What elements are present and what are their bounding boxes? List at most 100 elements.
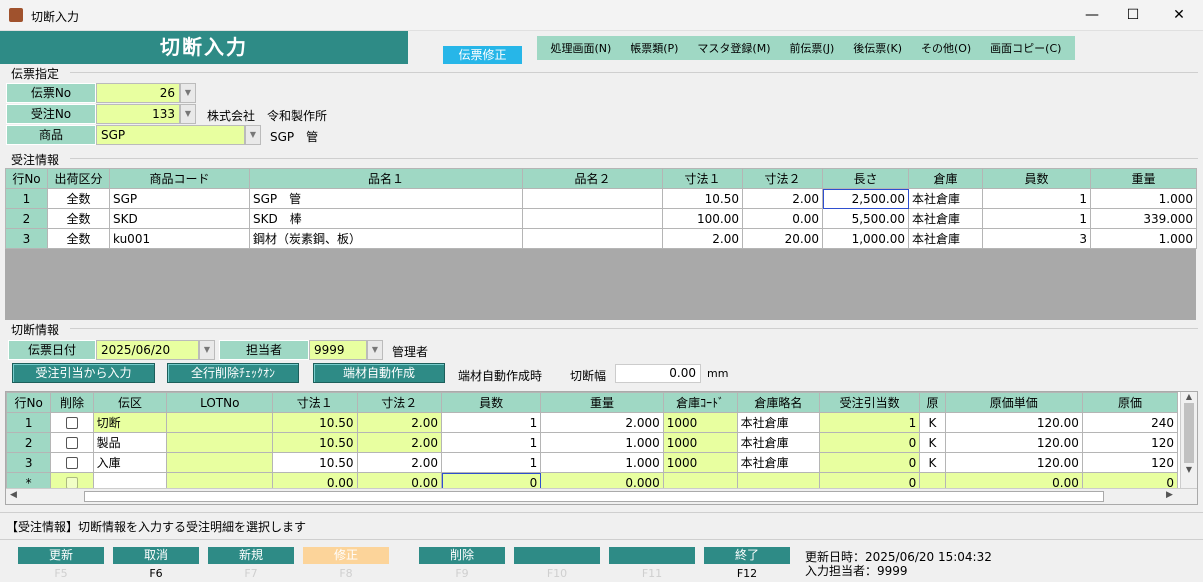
cell[interactable]: 120.00 xyxy=(944,452,1083,473)
f10-button[interactable] xyxy=(514,547,600,564)
cell[interactable]: 1 xyxy=(440,412,542,433)
menu-item-prev[interactable]: 前伝票(J) xyxy=(789,40,834,56)
table-row[interactable]: 2 製品 10.50 2.00 1 1.000 1000 本社倉庫 0 K 12… xyxy=(6,432,1179,453)
cell-selected[interactable]: 2,500.00 xyxy=(822,188,909,209)
cell[interactable]: 2.00 xyxy=(356,452,443,473)
exit-button[interactable]: 終了 xyxy=(704,547,790,564)
cell[interactable]: 20.00 xyxy=(742,228,823,249)
input-from-order-button[interactable]: 受注引当から入力 xyxy=(12,363,155,383)
cell[interactable]: 本社倉庫 xyxy=(736,412,821,433)
menu-item-next[interactable]: 後伝票(K) xyxy=(853,40,902,56)
cell[interactable]: 2.00 xyxy=(356,412,443,433)
cell[interactable]: 2.000 xyxy=(540,412,664,433)
order-no-field[interactable]: 133 xyxy=(96,104,180,124)
cell[interactable]: 120 xyxy=(1081,432,1179,453)
minimize-button[interactable]: — xyxy=(1072,4,1112,26)
delete-checkbox[interactable] xyxy=(50,412,94,433)
cell[interactable] xyxy=(522,208,663,229)
chevron-down-icon[interactable]: ▼ xyxy=(180,104,196,124)
cell[interactable]: 2.00 xyxy=(356,432,443,453)
cell[interactable]: 1000 xyxy=(662,412,738,433)
cell[interactable]: K xyxy=(919,452,946,473)
auto-create-scrap-button[interactable]: 端材自動作成 xyxy=(313,363,445,383)
cell[interactable]: 1.000 xyxy=(1090,188,1197,209)
staff-field[interactable]: 9999 xyxy=(309,340,367,360)
date-field[interactable]: 2025/06/20 xyxy=(96,340,199,360)
cell[interactable]: 本社倉庫 xyxy=(736,452,821,473)
table-row[interactable]: 1 切断 10.50 2.00 1 2.000 1000 本社倉庫 1 K 12… xyxy=(6,412,1179,433)
cell[interactable]: 本社倉庫 xyxy=(908,188,983,209)
edit-button[interactable]: 修正 xyxy=(303,547,389,564)
delete-checkbox[interactable] xyxy=(50,452,94,473)
new-button[interactable]: 新規 xyxy=(208,547,294,564)
cell[interactable]: SGP 管 xyxy=(249,188,523,209)
cell[interactable]: 2.00 xyxy=(662,228,743,249)
chevron-down-icon[interactable]: ▼ xyxy=(199,340,215,360)
delete-button[interactable]: 削除 xyxy=(419,547,505,564)
cell[interactable]: 1 xyxy=(440,432,542,453)
cell[interactable]: 100.00 xyxy=(662,208,743,229)
cell[interactable]: 1,000.00 xyxy=(822,228,909,249)
cell[interactable]: 本社倉庫 xyxy=(908,208,983,229)
menu-item-master[interactable]: マスタ登録(M) xyxy=(697,40,770,56)
cell[interactable]: SKD xyxy=(109,208,250,229)
cell[interactable] xyxy=(166,412,274,433)
cell[interactable]: 製品 xyxy=(92,432,168,453)
cell[interactable]: 10.50 xyxy=(272,432,358,453)
scroll-thumb[interactable] xyxy=(84,491,1104,502)
cell[interactable]: 全数 xyxy=(47,228,110,249)
cell[interactable]: 本社倉庫 xyxy=(908,228,983,249)
cell[interactable]: 1000 xyxy=(662,432,738,453)
scroll-up-icon[interactable]: ▲ xyxy=(1181,392,1197,401)
cell[interactable]: 1 xyxy=(982,188,1091,209)
cell[interactable]: 1 xyxy=(982,208,1091,229)
cell[interactable]: 120.00 xyxy=(944,432,1083,453)
scroll-right-icon[interactable]: ▶ xyxy=(1166,490,1173,500)
cell[interactable]: 鋼材（炭素鋼、板） xyxy=(249,228,523,249)
cell[interactable]: 全数 xyxy=(47,188,110,209)
horizontal-scrollbar[interactable]: ◀ ▶ xyxy=(6,488,1197,504)
table-row[interactable]: 1 全数 SGP SGP 管 10.50 2.00 2,500.00 本社倉庫 … xyxy=(5,188,1197,209)
scroll-thumb[interactable] xyxy=(1184,403,1194,463)
table-row[interactable]: 3 全数 ku001 鋼材（炭素鋼、板） 2.00 20.00 1,000.00… xyxy=(5,228,1197,249)
cell[interactable]: SKD 棒 xyxy=(249,208,523,229)
close-button[interactable]: ✕ xyxy=(1159,4,1199,26)
cell[interactable]: 10.50 xyxy=(272,452,358,473)
chevron-down-icon[interactable]: ▼ xyxy=(245,125,261,145)
cell[interactable]: 240 xyxy=(1081,412,1179,433)
cell[interactable]: 切断 xyxy=(92,412,168,433)
cell[interactable]: 0 xyxy=(818,452,921,473)
scroll-down-icon[interactable]: ▼ xyxy=(1181,465,1197,474)
cell[interactable]: 入庫 xyxy=(92,452,168,473)
scroll-left-icon[interactable]: ◀ xyxy=(10,490,17,500)
cell[interactable]: 1 xyxy=(440,452,542,473)
cell[interactable]: 120.00 xyxy=(944,412,1083,433)
cut-width-field[interactable]: 0.00 xyxy=(615,364,701,383)
product-field[interactable]: SGP xyxy=(96,125,245,145)
cell[interactable]: K xyxy=(919,412,946,433)
delete-all-check-button[interactable]: 全行削除ﾁｪｯｸｵﾝ xyxy=(167,363,299,383)
cell[interactable]: 0 xyxy=(818,432,921,453)
vertical-scrollbar[interactable]: ▲ ▼ xyxy=(1180,392,1197,488)
table-row[interactable]: 2 全数 SKD SKD 棒 100.00 0.00 5,500.00 本社倉庫… xyxy=(5,208,1197,229)
cell[interactable]: 3 xyxy=(982,228,1091,249)
maximize-button[interactable]: ☐ xyxy=(1113,4,1153,26)
cell[interactable]: 10.50 xyxy=(272,412,358,433)
table-row[interactable]: 3 入庫 10.50 2.00 1 1.000 1000 本社倉庫 0 K 12… xyxy=(6,452,1179,473)
cell[interactable]: 本社倉庫 xyxy=(736,432,821,453)
chevron-down-icon[interactable]: ▼ xyxy=(180,83,196,103)
cell[interactable] xyxy=(522,188,663,209)
cell[interactable]: 1000 xyxy=(662,452,738,473)
f11-button[interactable] xyxy=(609,547,695,564)
cancel-button[interactable]: 取消 xyxy=(113,547,199,564)
cell[interactable]: 120 xyxy=(1081,452,1179,473)
cell[interactable]: ku001 xyxy=(109,228,250,249)
cell[interactable]: 339.000 xyxy=(1090,208,1197,229)
cell[interactable]: K xyxy=(919,432,946,453)
cell[interactable] xyxy=(166,432,274,453)
cell[interactable]: SGP xyxy=(109,188,250,209)
menu-item-reports[interactable]: 帳票類(P) xyxy=(630,40,678,56)
cell[interactable] xyxy=(522,228,663,249)
menu-item-other[interactable]: その他(O) xyxy=(921,40,971,56)
chevron-down-icon[interactable]: ▼ xyxy=(367,340,383,360)
